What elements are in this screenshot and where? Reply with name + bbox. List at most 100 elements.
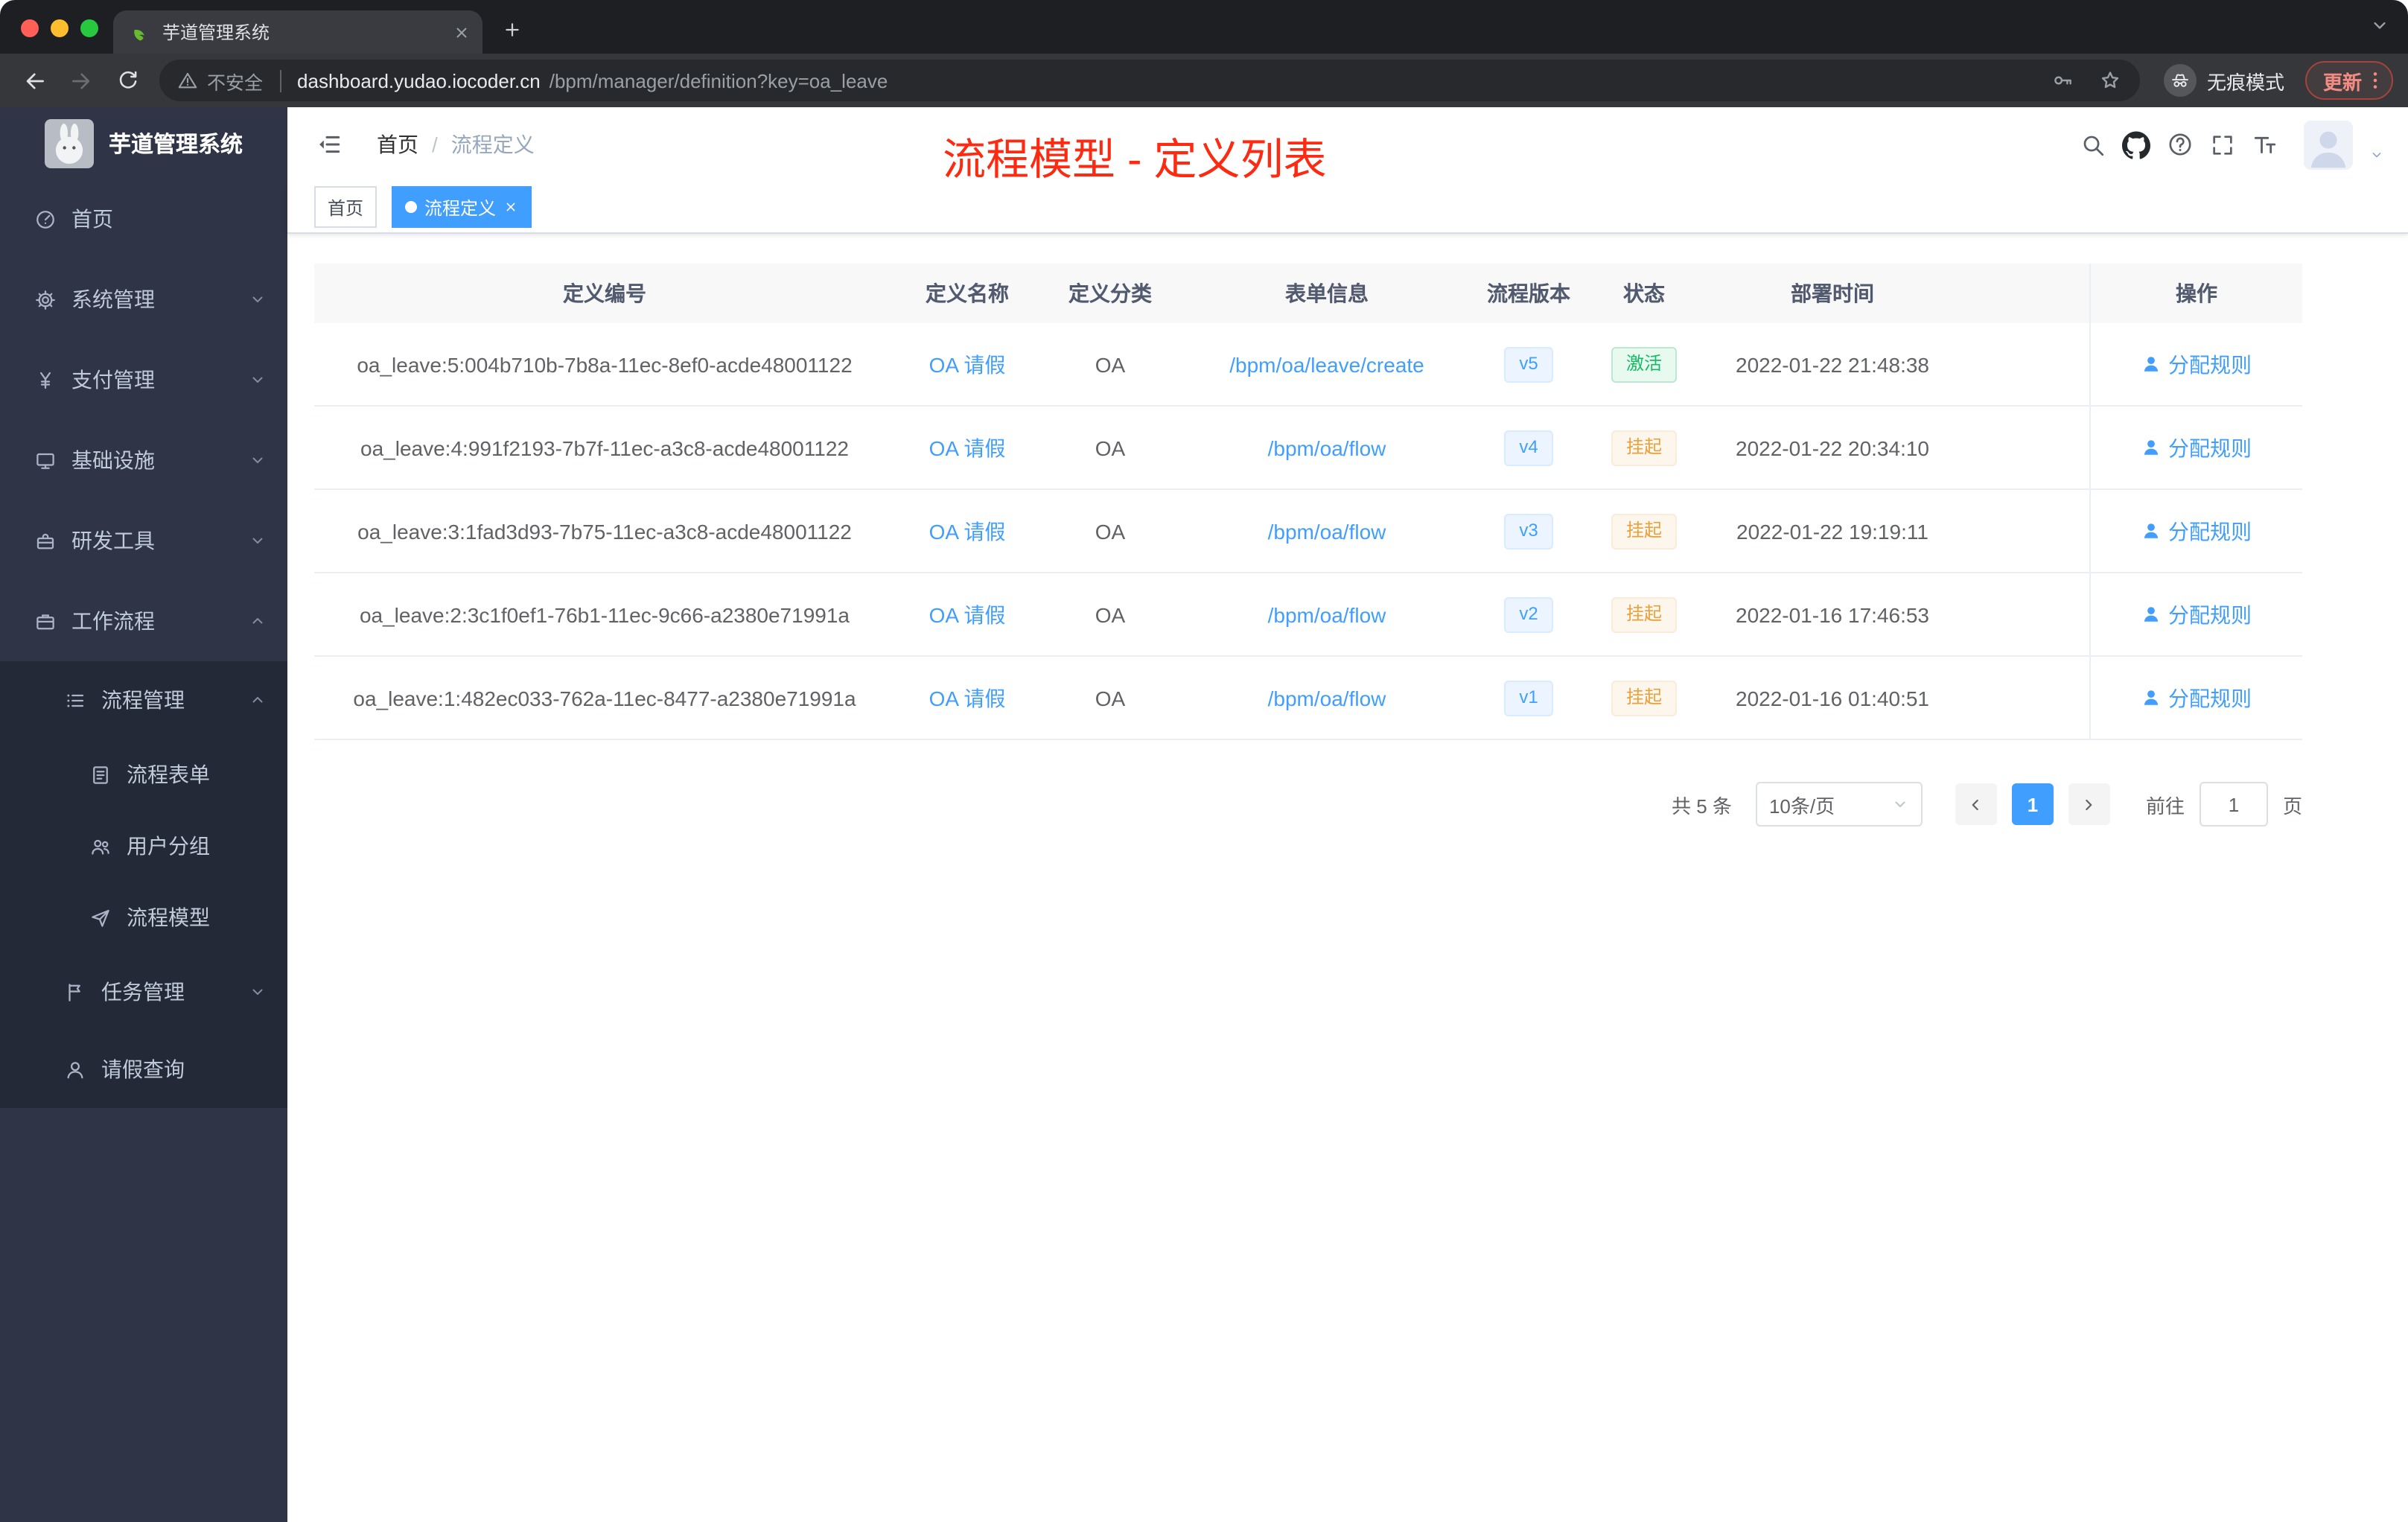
user-fill-icon (2141, 688, 2161, 707)
form-info-link[interactable]: /bpm/oa/flow (1181, 602, 1473, 626)
tab-close-icon[interactable] (453, 23, 471, 41)
sidebar-item-system[interactable]: 系统管理 (0, 259, 287, 340)
sidebar-logo[interactable]: 芋道管理系统 (0, 107, 287, 179)
page-size-value: 10条/页 (1768, 795, 1835, 817)
sidebar-fold-button[interactable] (302, 118, 356, 171)
column-header: 定义名称 (926, 281, 1009, 305)
form-info-link[interactable]: /bpm/oa/flow (1181, 686, 1473, 710)
form-info-link[interactable]: /bpm/oa/flow (1181, 436, 1473, 459)
bookmark-star-icon[interactable] (2098, 69, 2122, 92)
user-icon (64, 1058, 86, 1080)
definition-name-link[interactable]: OA 请假 (895, 683, 1039, 713)
sidebar-item-payment[interactable]: 支付管理 (0, 340, 287, 420)
key-icon[interactable] (2051, 69, 2074, 92)
close-window-button[interactable] (21, 19, 39, 37)
question-icon[interactable] (2167, 131, 2194, 158)
sidebar-item-process-model[interactable]: 流程模型 (0, 882, 287, 953)
status-cell: 挂起 (1584, 596, 1704, 632)
column-header: 定义分类 (1068, 281, 1152, 305)
sidebar-item-label: 流程模型 (127, 905, 210, 929)
prev-page-button[interactable] (1955, 783, 1997, 825)
tag-process-definition[interactable]: 流程定义 (392, 186, 532, 228)
definition-name-link[interactable]: OA 请假 (895, 349, 1039, 379)
column-header: 状态 (1623, 281, 1665, 305)
version-tag: v2 (1504, 596, 1553, 632)
status-cell: 挂起 (1584, 680, 1704, 716)
fullscreen-icon[interactable] (2210, 132, 2235, 157)
sidebar-item-process-management[interactable]: 流程管理 (0, 661, 287, 739)
assign-rule-button[interactable]: 分配规则 (2091, 516, 2302, 546)
form-info-link[interactable]: /bpm/oa/leave/create (1181, 352, 1473, 376)
forward-button[interactable] (61, 60, 101, 101)
chevron-right-icon (2080, 795, 2099, 814)
sidebar-item-label: 工作流程 (71, 609, 155, 633)
url-bar[interactable]: 不安全 dashboard.yudao.iocoder.cn /bpm/mana… (159, 60, 2140, 101)
deploy-time-cell: 2022-01-22 20:34:10 (1736, 436, 1929, 459)
zoom-window-button[interactable] (80, 19, 98, 37)
goto-page-input[interactable] (2199, 782, 2268, 827)
assign-rule-button[interactable]: 分配规则 (2091, 599, 2302, 629)
page-size-select[interactable]: 10条/页 (1755, 782, 1923, 827)
tag-close-icon[interactable] (503, 200, 518, 214)
sidebar-item-user-group[interactable]: 用户分组 (0, 810, 287, 882)
user-fill-icon (2141, 521, 2161, 541)
definition-name-link[interactable]: OA 请假 (895, 433, 1039, 462)
incognito-badge: 无痕模式 (2163, 64, 2284, 97)
tab-search-button[interactable] (2369, 15, 2390, 36)
chevron-down-icon (249, 290, 267, 308)
refresh-button[interactable] (107, 60, 147, 101)
fixed-column-divider (2089, 264, 2091, 740)
tag-home[interactable]: 首页 (314, 186, 378, 228)
assign-rule-button[interactable]: 分配规则 (2091, 433, 2302, 462)
definition-category-cell: OA (1095, 519, 1126, 543)
assign-rule-button[interactable]: 分配规则 (2091, 349, 2302, 379)
security-label[interactable]: 不安全 (207, 66, 263, 95)
update-chip[interactable]: 更新 (2305, 61, 2393, 100)
forward-icon (69, 68, 94, 93)
table-row: oa_leave:2:3c1f0ef1-76b1-11ec-9c66-a2380… (314, 573, 2302, 657)
definition-name-link[interactable]: OA 请假 (895, 599, 1039, 629)
definition-category-cell: OA (1095, 686, 1126, 710)
sidebar-item-label: 首页 (71, 207, 113, 231)
definition-name-link[interactable]: OA 请假 (895, 516, 1039, 546)
more-vert-icon[interactable] (2363, 69, 2387, 92)
user-avatar[interactable] (2304, 120, 2353, 169)
sidebar-item-dev-tools[interactable]: 研发工具 (0, 500, 287, 581)
content: 定义编号 定义名称 定义分类 表单信息 流程版本 状态 部署时间 操作 oa_leave:5:0… (287, 234, 2408, 1522)
sidebar-item-label: 流程表单 (127, 762, 210, 786)
search-icon[interactable] (2080, 132, 2106, 157)
current-page-button[interactable]: 1 (2011, 783, 2054, 825)
sidebar-item-workflow[interactable]: 工作流程 (0, 581, 287, 661)
tag-label: 流程定义 (424, 197, 497, 218)
incognito-icon (2170, 70, 2191, 91)
version-cell: v4 (1473, 430, 1584, 465)
breadcrumb-home[interactable]: 首页 (377, 130, 418, 159)
avatar-caret-icon[interactable] (2369, 147, 2384, 162)
monitor-icon (34, 449, 57, 471)
definition-table: 定义编号 定义名称 定义分类 表单信息 流程版本 状态 部署时间 操作 oa_leave:5:0… (314, 264, 2302, 740)
status-badge: 挂起 (1611, 513, 1677, 549)
sidebar-item-process-form[interactable]: 流程表单 (0, 739, 287, 810)
sidebar-item-leave-query[interactable]: 请假查询 (0, 1031, 287, 1108)
browser-tab[interactable]: 芋道管理系统 (113, 10, 482, 54)
user-fill-icon (2141, 438, 2161, 457)
fontsize-icon[interactable] (2252, 131, 2278, 158)
github-icon[interactable] (2122, 130, 2150, 159)
sidebar-item-label: 用户分组 (127, 834, 210, 858)
minimize-window-button[interactable] (51, 19, 69, 37)
version-tag: v5 (1504, 346, 1553, 382)
new-tab-button[interactable] (491, 9, 533, 51)
sidebar-item-home[interactable]: 首页 (0, 179, 287, 259)
next-page-button[interactable] (2068, 783, 2110, 825)
status-badge: 挂起 (1611, 596, 1677, 632)
logo-avatar (45, 118, 94, 168)
form-info-link[interactable]: /bpm/oa/flow (1181, 519, 1473, 543)
chevron-left-icon (1966, 795, 1986, 814)
back-button[interactable] (15, 60, 55, 101)
pagination: 共 5 条 10条/页 1 前往 页 (314, 782, 2302, 827)
sidebar-item-task-management[interactable]: 任务管理 (0, 953, 287, 1031)
sidebar-item-infrastructure[interactable]: 基础设施 (0, 420, 287, 500)
assign-rule-button[interactable]: 分配规则 (2091, 683, 2302, 713)
version-cell: v1 (1473, 680, 1584, 716)
version-tag: v4 (1504, 430, 1553, 465)
